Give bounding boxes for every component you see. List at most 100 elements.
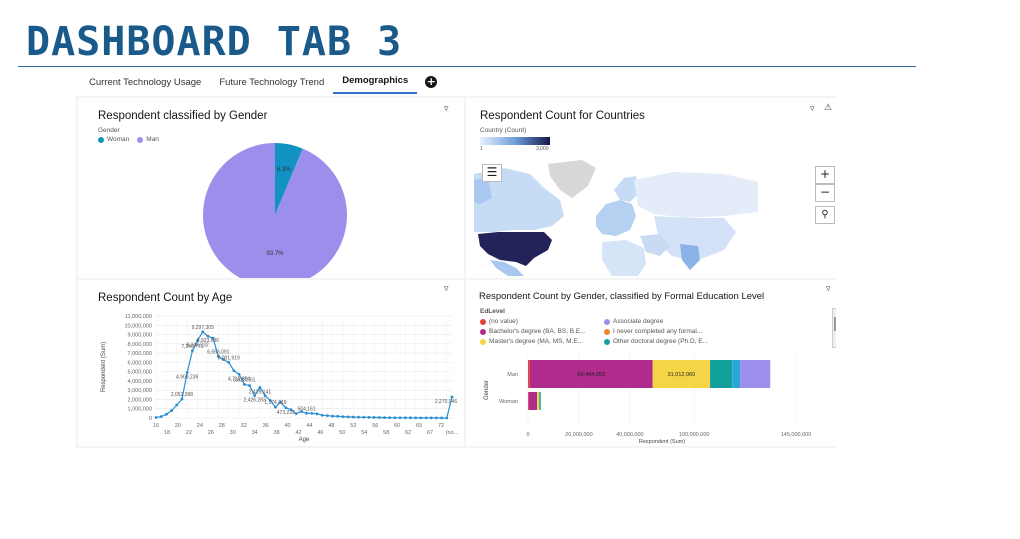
x-tick-label: 28	[219, 423, 225, 429]
x-tick-label: 100,000,000	[679, 432, 710, 438]
data-point[interactable]	[435, 416, 438, 420]
x-tick-label: 72	[438, 423, 444, 429]
x-tick-label: 60	[394, 423, 400, 429]
data-label: 3,620,501	[233, 377, 255, 383]
data-point[interactable]	[227, 360, 231, 364]
data-point[interactable]	[331, 414, 334, 418]
x-tick-label: 46	[317, 430, 323, 436]
data-point[interactable]	[242, 383, 246, 386]
x-axis-title: Age	[299, 437, 310, 443]
x-tick-label: 62	[405, 430, 411, 436]
data-point[interactable]	[154, 416, 158, 419]
data-point[interactable]	[320, 413, 324, 417]
gender-pie-chart: 6.3% 93.7%	[202, 143, 347, 278]
x-tick-label: 22	[186, 430, 192, 436]
x-tick-label: 36	[263, 423, 269, 429]
data-point[interactable]	[357, 415, 360, 419]
x-tick-label: 20,000,000	[565, 432, 593, 438]
y-tick-label: 3,000,000	[128, 388, 152, 394]
data-point[interactable]	[170, 409, 173, 412]
tab-current-technology-usage[interactable]: Current Technology Usage	[80, 72, 210, 94]
search-icon[interactable]: ⚲	[815, 206, 835, 224]
data-point[interactable]	[185, 371, 189, 374]
data-point[interactable]	[409, 416, 412, 420]
pie-slice[interactable]	[202, 143, 347, 278]
data-label: 473,232	[277, 410, 295, 416]
data-point[interactable]	[445, 416, 449, 420]
stacked-bar-segment[interactable]	[710, 360, 733, 388]
country-color-scale	[480, 137, 550, 145]
stacked-bar-segment[interactable]	[732, 360, 741, 388]
data-point[interactable]	[346, 415, 350, 419]
data-point[interactable]	[429, 416, 433, 420]
warning-icon[interactable]: ⚠	[824, 103, 832, 113]
filter-icon[interactable]: ▿	[810, 104, 815, 114]
data-point[interactable]	[440, 416, 444, 420]
data-point[interactable]	[419, 416, 423, 420]
data-point[interactable]	[232, 369, 236, 373]
stacked-bar-segment[interactable]	[537, 392, 540, 410]
add-tab-icon[interactable]: +	[425, 76, 438, 88]
data-point[interactable]	[336, 414, 340, 418]
data-point[interactable]	[248, 384, 251, 387]
gender-panel[interactable]: Respondent classified by Gender ▿ Gender…	[78, 98, 464, 278]
data-label: 7,246,771	[181, 344, 203, 350]
y-tick-label: 7,000,000	[128, 351, 152, 357]
data-label: 1,174,819	[264, 400, 286, 406]
zoom-in-icon[interactable]: +	[815, 166, 835, 184]
pie-slice-label: 6.3%	[277, 167, 291, 173]
data-point[interactable]	[237, 372, 241, 376]
data-point[interactable]	[305, 411, 308, 415]
data-point[interactable]	[180, 397, 184, 401]
stacked-bar-segment[interactable]	[528, 392, 529, 410]
data-point[interactable]	[258, 386, 262, 389]
data-point[interactable]	[315, 412, 319, 416]
data-point[interactable]	[414, 416, 418, 420]
data-point[interactable]	[367, 415, 371, 419]
data-point[interactable]	[351, 415, 355, 419]
stacked-bar-segment[interactable]	[740, 360, 771, 388]
data-point[interactable]	[372, 416, 376, 419]
education-bar-chart: Man Woman 66,484,053 31,012,060 0 20,000,000 4…	[484, 354, 811, 445]
data-point[interactable]	[393, 416, 397, 420]
data-point[interactable]	[201, 330, 205, 334]
x-tick-label: 42	[295, 430, 301, 436]
data-point[interactable]	[383, 416, 386, 420]
age-panel[interactable]: Respondent Count by Age ▿ 0 1,000,000 2,00…	[78, 280, 464, 446]
data-point[interactable]	[274, 405, 277, 409]
stacked-bar-segment[interactable]	[528, 392, 538, 410]
bar-value-label: 31,012,060	[668, 372, 696, 378]
data-point[interactable]	[398, 416, 402, 420]
data-point[interactable]	[164, 412, 168, 416]
y-tick-label: 5,000,000	[128, 370, 152, 376]
data-label: 4,909,239	[176, 374, 198, 380]
data-point[interactable]	[294, 412, 298, 416]
data-point[interactable]	[190, 349, 194, 353]
stacked-bar-segment[interactable]	[528, 360, 530, 388]
tab-future-technology-trend[interactable]: Future Technology Trend	[210, 72, 333, 94]
data-point[interactable]	[325, 414, 329, 418]
zoom-out-icon[interactable]: −	[815, 184, 835, 202]
data-point[interactable]	[341, 415, 345, 419]
tab-demographics[interactable]: Demographics	[333, 70, 418, 94]
data-point[interactable]	[377, 416, 381, 419]
data-point[interactable]	[362, 415, 366, 419]
world-map[interactable]	[474, 160, 758, 276]
x-tick-label: 32	[241, 423, 247, 429]
country-panel[interactable]: Respondent Count for Countries ▿ ⚠ Count…	[466, 98, 836, 278]
education-panel[interactable]: Respondent Count by Gender, classified b…	[466, 280, 836, 446]
data-point[interactable]	[310, 411, 314, 415]
x-tick-label: 54	[361, 430, 367, 436]
data-point[interactable]	[175, 403, 179, 407]
data-point[interactable]	[206, 334, 210, 338]
data-point[interactable]	[388, 416, 392, 420]
stacked-bar-segment[interactable]	[539, 392, 541, 410]
layers-icon[interactable]: ☰	[482, 164, 502, 182]
data-point[interactable]	[159, 415, 163, 419]
data-point[interactable]	[284, 406, 288, 410]
pie-slice-label: 93.7%	[266, 251, 284, 257]
data-point[interactable]	[403, 416, 407, 420]
data-point[interactable]	[450, 395, 454, 399]
data-point[interactable]	[424, 416, 428, 420]
y-axis-title: Respondent (Sum)	[101, 342, 107, 392]
